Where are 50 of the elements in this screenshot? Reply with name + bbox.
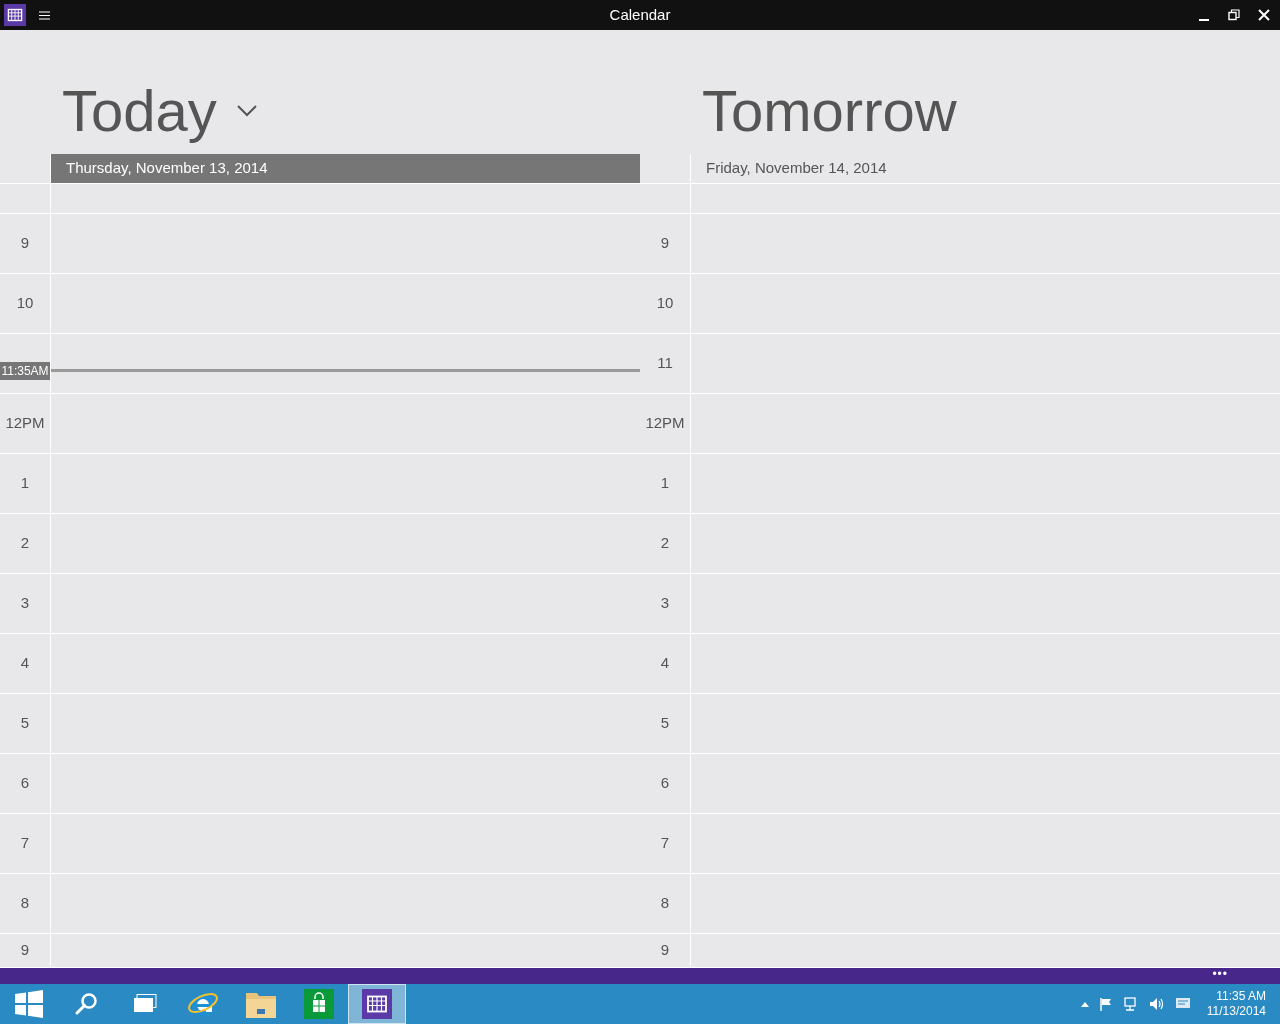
hour-label: 6 xyxy=(660,773,670,794)
hour-label: 7 xyxy=(660,833,670,854)
hour-label: 2 xyxy=(20,533,30,554)
hour-label: 12PM xyxy=(5,413,45,434)
hour-label: 9 xyxy=(660,940,670,961)
hour-label: 5 xyxy=(660,713,670,734)
hour-label: 2 xyxy=(660,533,670,554)
hour-label: 8 xyxy=(20,893,30,914)
clock-time: 11:35 AM xyxy=(1216,989,1266,1004)
hour-label: 8 xyxy=(660,893,670,914)
hour-label: 9 xyxy=(20,940,30,961)
hour-label: 11 xyxy=(657,353,673,374)
hour-label: 9 xyxy=(20,233,30,254)
calendar-icon xyxy=(362,989,392,1019)
hour-label: 12PM xyxy=(645,413,685,434)
hour-label: 9 xyxy=(660,233,670,254)
hour-label: 7 xyxy=(20,833,30,854)
clock-date: 11/13/2014 xyxy=(1206,1004,1266,1019)
date-header[interactable]: Thursday, November 13, 2014 xyxy=(51,154,640,183)
close-icon[interactable] xyxy=(1258,9,1270,21)
clock[interactable]: 11:35 AM 11/13/2014 xyxy=(1206,989,1266,1019)
current-time-badge: 11:35AM xyxy=(0,362,50,380)
message-icon[interactable] xyxy=(1174,997,1191,1011)
search-icon[interactable] xyxy=(75,992,99,1016)
calendar-icon xyxy=(4,4,26,26)
shopping-bag-icon[interactable] xyxy=(304,989,334,1019)
caret-up-icon[interactable] xyxy=(1080,1001,1089,1007)
date-header[interactable]: Friday, November 14, 2014 xyxy=(691,154,1280,183)
hour-label: 4 xyxy=(660,653,670,674)
hour-label: 3 xyxy=(660,593,670,614)
more-button[interactable]: ••• xyxy=(1212,968,1228,980)
hour-label: 10 xyxy=(16,293,34,314)
speaker-icon[interactable] xyxy=(1148,997,1165,1011)
day-title: Tomorrow xyxy=(702,82,957,140)
restore-icon[interactable] xyxy=(1228,9,1240,21)
chevron-down-icon[interactable] xyxy=(236,105,257,117)
hour-label: 1 xyxy=(660,473,670,494)
network-icon[interactable] xyxy=(1122,997,1139,1011)
menu-icon[interactable] xyxy=(39,10,50,20)
hour-label: 4 xyxy=(20,653,30,674)
hour-label: 6 xyxy=(20,773,30,794)
taskbar-button[interactable] xyxy=(348,984,406,1024)
flag-icon[interactable] xyxy=(1098,997,1113,1011)
hour-label: 10 xyxy=(656,293,674,314)
windows-logo-icon[interactable] xyxy=(15,990,43,1018)
hour-label: 3 xyxy=(20,593,30,614)
window-title: Calendar xyxy=(609,4,671,25)
hour-label: 1 xyxy=(20,473,30,494)
hour-label: 5 xyxy=(20,713,30,734)
windows-stack-icon[interactable] xyxy=(133,994,157,1014)
